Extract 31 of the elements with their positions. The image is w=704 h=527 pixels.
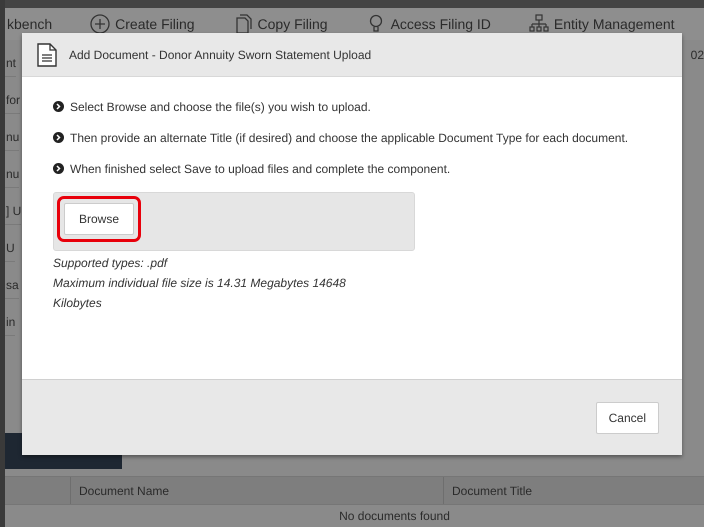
document-icon xyxy=(37,42,57,66)
text-fragment: 02 xyxy=(690,48,704,62)
chevron-circle-icon xyxy=(53,132,64,143)
column-header: Document Title xyxy=(451,482,532,500)
nav-item[interactable]: Access Filing ID xyxy=(366,14,491,34)
chevron-circle-icon xyxy=(53,163,64,174)
instruction-text: When finished select Save to upload files and complete the component. xyxy=(70,162,450,176)
nav-item[interactable]: Entity Management xyxy=(528,14,675,34)
hierarchy-icon xyxy=(528,14,549,34)
file-size-text: Maximum individual file size is 14.31 Megabytes 14648 Kilobytes xyxy=(53,275,347,312)
text-fragment: nu xyxy=(5,161,20,188)
instruction-text: Then provide an alternate Title (if desired) and choose the applicable Document Type for each document. xyxy=(70,131,628,145)
instruction-text: Select Browse and choose the file(s) you wish to upload. xyxy=(70,100,371,114)
empty-message: No documents found xyxy=(338,509,451,523)
plus-circle-icon xyxy=(90,14,110,34)
nav-item[interactable]: Copy Filing xyxy=(232,14,328,34)
nav-item[interactable]: kbench xyxy=(7,16,52,32)
text-fragment: ] U xyxy=(5,198,22,225)
text-fragment: U xyxy=(5,235,15,262)
chevron-circle-icon xyxy=(53,101,64,112)
cancel-button[interactable]: Cancel xyxy=(596,402,659,434)
text-fragment: in xyxy=(5,309,16,336)
column-header: Document Name xyxy=(71,477,444,504)
nav-item[interactable]: Create Filing xyxy=(90,14,195,34)
text-fragment: nt xyxy=(5,50,16,77)
text-fragment: sa xyxy=(5,272,19,299)
dialog-title: Add Document - Donor Annuity Sworn Statement Upload xyxy=(69,48,372,62)
text-fragment: nu xyxy=(5,124,20,151)
browse-button[interactable]: Browse xyxy=(64,203,134,235)
supported-types-text: Supported types: .pdf xyxy=(53,255,169,272)
text-fragment: for xyxy=(5,87,20,114)
